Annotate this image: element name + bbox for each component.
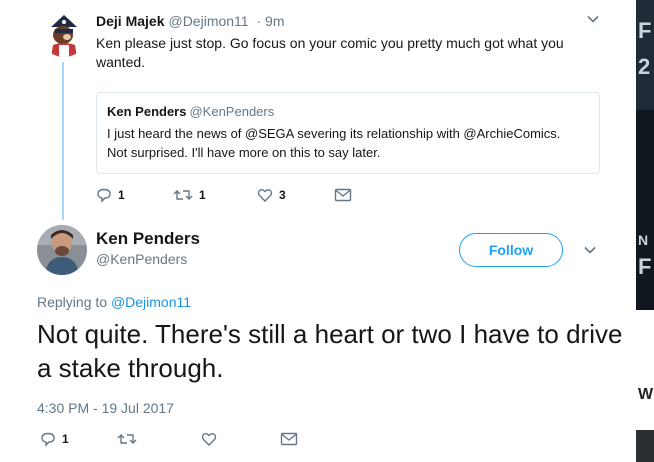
tweet-text: Not quite. There's still a heart or two …: [37, 319, 623, 383]
quoted-text: I just heard the news of @SEGA severing …: [107, 126, 561, 160]
dm-icon: [280, 432, 298, 446]
quoted-tweet[interactable]: Ken Penders @KenPenders I just heard the …: [96, 92, 600, 174]
handle[interactable]: @Dejimon11: [168, 13, 248, 29]
reply-author[interactable]: Deji Majek @Dejimon11 · 9m: [96, 13, 284, 29]
avatar[interactable]: [41, 11, 87, 57]
retweet-button[interactable]: 1: [173, 187, 206, 203]
retweet-button[interactable]: [117, 431, 137, 447]
display-name[interactable]: Deji Majek: [96, 13, 164, 29]
tweet-time[interactable]: · 9m: [256, 13, 284, 29]
reply-button[interactable]: 1: [96, 187, 125, 203]
dm-icon: [334, 188, 352, 202]
like-button[interactable]: 3: [257, 187, 286, 203]
handle[interactable]: @KenPenders: [96, 251, 187, 267]
retweet-icon: [173, 190, 193, 200]
follow-button[interactable]: Follow: [459, 233, 563, 267]
like-icon: [201, 433, 217, 446]
replying-to-link[interactable]: @Dejimon11: [111, 294, 191, 310]
like-count: 3: [279, 188, 286, 202]
retweet-count: 1: [199, 188, 206, 202]
strip-letter: N: [638, 232, 649, 248]
timestamp[interactable]: 4:30 PM - 19 Jul 2017: [37, 400, 174, 416]
background-strip: F 2 N F W: [636, 0, 654, 462]
strip-letter: F: [638, 18, 652, 43]
quoted-author: Ken Penders @KenPenders: [107, 104, 274, 119]
like-icon: [257, 189, 273, 202]
dm-button[interactable]: [334, 188, 352, 202]
reply-button[interactable]: 1: [40, 431, 69, 447]
reply-icon: [97, 188, 111, 203]
dm-button[interactable]: [280, 432, 298, 446]
replying-to: Replying to @Dejimon11: [37, 294, 191, 310]
thread-line: [62, 62, 64, 220]
avatar[interactable]: [37, 225, 87, 275]
strip-letter: W: [638, 386, 654, 403]
display-name[interactable]: Ken Penders: [96, 229, 200, 249]
chevron-down-icon[interactable]: [586, 12, 600, 29]
reply-count: 1: [62, 432, 69, 446]
like-button[interactable]: [201, 431, 217, 447]
handle: @KenPenders: [189, 104, 275, 119]
replying-prefix: Replying to: [37, 294, 108, 310]
retweet-icon: [117, 434, 137, 444]
strip-letter: 2: [638, 54, 651, 79]
chevron-down-icon[interactable]: [583, 243, 597, 260]
tweet-text: Ken please just stop. Go focus on your c…: [96, 35, 564, 70]
display-name: Ken Penders: [107, 104, 187, 119]
reply-icon: [41, 432, 55, 447]
reply-count: 1: [118, 188, 125, 202]
strip-letter: F: [638, 254, 652, 279]
